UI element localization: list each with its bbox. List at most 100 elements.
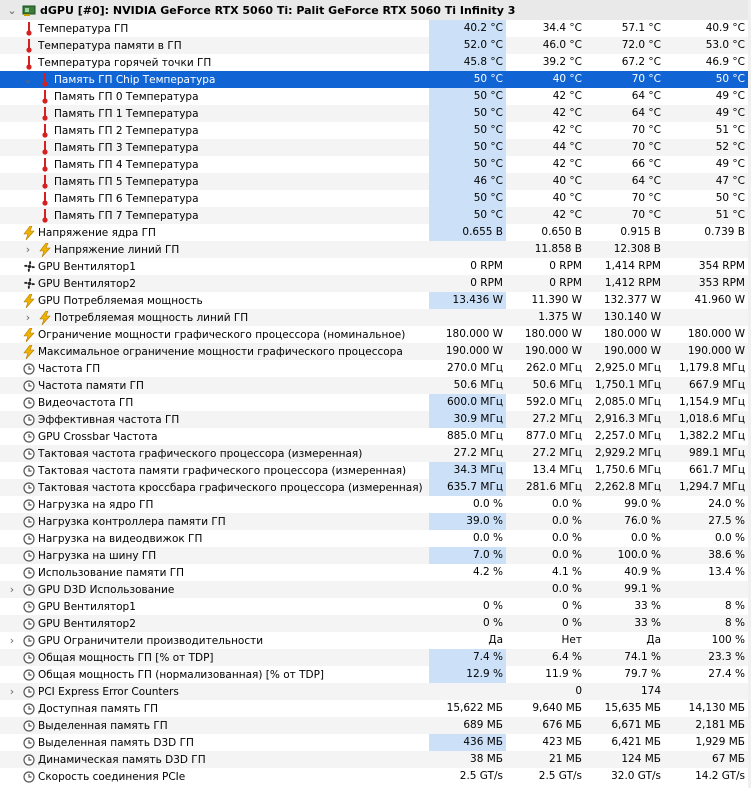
sensor-row[interactable]: Эффективная частота ГП 30.9 МГц 27.2 МГц 2,… [0, 411, 751, 428]
current-value: 689 МБ [463, 719, 503, 731]
voltage-bolt-icon [22, 292, 36, 309]
max-value: 0.0 % [630, 532, 661, 544]
sensor-row[interactable]: Тактовая частота кроссбара графического … [0, 479, 751, 496]
sensor-row[interactable]: Память ГП 7 Температура 50 °C 42 °C 70 °C 51… [0, 207, 751, 224]
expand-chevron-icon[interactable]: › [22, 241, 34, 258]
min-value: 0.0 % [551, 498, 582, 510]
sensor-row[interactable]: › GPU Ограничители производительности Да Не… [0, 632, 751, 649]
min-value: 50.6 МГц [532, 379, 582, 391]
min-value: 0 [575, 685, 582, 697]
current-value: 50 °C [429, 122, 506, 139]
sensor-row[interactable]: Нагрузка на видеодвижок ГП 0.0 % 0.0 % 0.0 … [0, 530, 751, 547]
sensor-label: GPU Вентилятор2 [38, 277, 136, 290]
sensor-row[interactable]: › Напряжение линий ГП 11.858 В 12.308 В [0, 241, 751, 258]
min-value: 180.000 W [524, 328, 582, 340]
expand-chevron-icon[interactable]: › [6, 683, 18, 700]
sensor-row[interactable]: Память ГП 0 Температура 50 °C 42 °C 64 °C 49… [0, 88, 751, 105]
sensor-label: Память ГП 0 Температура [54, 90, 199, 103]
sensor-row[interactable]: › Потребляемая мощность линий ГП 1.375 W 13… [0, 309, 751, 326]
min-value: 13.4 МГц [532, 464, 582, 476]
expand-chevron-icon[interactable]: › [6, 581, 18, 598]
avg-value: 1,929 МБ [695, 736, 745, 748]
device-header[interactable]: ⌄ dGPU [#0]: NVIDIA GeForce RTX 5060 Ti:… [0, 0, 751, 20]
min-value: 11.858 В [534, 243, 582, 255]
sensor-row[interactable]: Скорость соединения PCIe 2.5 GT/s 2.5 GT/s… [0, 768, 751, 785]
sensor-row[interactable]: Память ГП 2 Температура 50 °C 42 °C 70 °C 51… [0, 122, 751, 139]
sensor-row[interactable]: Динамическая память D3D ГП 38 МБ 21 МБ 124 … [0, 751, 751, 768]
sensor-row[interactable]: Использование памяти ГП 4.2 % 4.1 % 40.9 % 1… [0, 564, 751, 581]
avg-value: 49 °C [715, 107, 745, 119]
sensor-label: Видеочастота ГП [38, 396, 134, 409]
sensor-row[interactable]: Память ГП 3 Температура 50 °C 44 °C 70 °C 52… [0, 139, 751, 156]
min-value: 4.1 % [551, 566, 582, 578]
max-value: 1,750.1 МГц [594, 379, 661, 391]
sensor-row[interactable]: ⌄ Память ГП Chip Температура 50 °C 40 °C 70 … [0, 71, 751, 88]
sensor-row[interactable]: Температура памяти в ГП 52.0 °C 46.0 °C 72.… [0, 37, 751, 54]
sensor-row[interactable]: Видеочастота ГП 600.0 МГц 592.0 МГц 2,085.0… [0, 394, 751, 411]
sensor-label: Частота памяти ГП [38, 379, 144, 392]
voltage-bolt-icon [22, 224, 36, 241]
min-value: 21 МБ [549, 753, 582, 765]
current-value: 0 RPM [470, 260, 503, 272]
sensor-row[interactable]: Память ГП 6 Температура 50 °C 40 °C 70 °C 50… [0, 190, 751, 207]
collapse-chevron-icon[interactable]: ⌄ [6, 2, 18, 19]
sensor-row[interactable]: Ограничение мощности графического процес… [0, 326, 751, 343]
current-value: 50 °C [473, 73, 503, 85]
sensor-row[interactable]: Напряжение ядра ГП 0.655 В 0.650 В 0.915 В 0… [0, 224, 751, 241]
current-value: 190.000 W [445, 345, 503, 357]
gauge-icon [22, 428, 36, 445]
gauge-icon [22, 700, 36, 717]
sensor-row[interactable]: Температура ГП 40.2 °C 34.4 °C 57.1 °C 40.9 … [0, 20, 751, 37]
sensor-row[interactable]: Память ГП 1 Температура 50 °C 42 °C 64 °C 49… [0, 105, 751, 122]
sensor-row[interactable]: Тактовая частота графического процессора… [0, 445, 751, 462]
sensor-row[interactable]: GPU Вентилятор2 0 RPM 0 RPM 1,412 RPM 353 RP… [0, 275, 751, 292]
sensor-row[interactable]: Максимальное ограничение мощности графич… [0, 343, 751, 360]
thermometer-icon [38, 71, 52, 88]
sensor-row[interactable]: Частота памяти ГП 50.6 МГц 50.6 МГц 1,750.1… [0, 377, 751, 394]
current-value: 50 °C [429, 88, 506, 105]
sensor-row[interactable]: Выделенная память D3D ГП 436 МБ 423 МБ 6,42… [0, 734, 751, 751]
avg-value [666, 309, 748, 326]
current-value: 38 МБ [470, 753, 503, 765]
sensor-row[interactable]: Нагрузка контроллера памяти ГП 39.0 % 0.0 … [0, 513, 751, 530]
min-value: 44 °C [552, 141, 582, 153]
sensor-row[interactable]: Общая мощность ГП (нормализованная) [% о… [0, 666, 751, 683]
max-value: 1,412 RPM [604, 277, 661, 289]
sensor-row[interactable]: GPU Crossbar Частота 885.0 МГц 877.0 МГц 2,… [0, 428, 751, 445]
sensor-row[interactable]: GPU Вентилятор1 0 % 0 % 33 % 8 % [0, 598, 751, 615]
gauge-icon [22, 462, 36, 479]
sensor-row[interactable]: Частота ГП 270.0 МГц 262.0 МГц 2,925.0 МГц 1… [0, 360, 751, 377]
collapse-chevron-icon[interactable]: ⌄ [22, 71, 34, 88]
sensor-label: Ограничение мощности графического процес… [38, 328, 406, 341]
avg-value: 24.0 % [708, 498, 745, 510]
avg-value: 41.960 W [694, 294, 745, 306]
min-value: 1.375 W [538, 311, 582, 323]
max-value: 1,414 RPM [604, 260, 661, 272]
sensor-row[interactable]: GPU Вентилятор2 0 % 0 % 33 % 8 % [0, 615, 751, 632]
current-value: 436 МБ [429, 734, 506, 751]
sensor-row[interactable]: Нагрузка на шину ГП 7.0 % 0.0 % 100.0 % 38.6… [0, 547, 751, 564]
max-value: 100.0 % [617, 549, 661, 561]
sensor-row[interactable]: Общая мощность ГП [% от TDP] 7.4 % 6.4 % 74… [0, 649, 751, 666]
sensor-label: Тактовая частота кроссбара графического … [38, 481, 423, 494]
current-value: 635.7 МГц [429, 479, 506, 496]
sensor-row[interactable]: Память ГП 4 Температура 50 °C 42 °C 66 °C 49… [0, 156, 751, 173]
min-value: 6.4 % [551, 651, 582, 663]
sensor-row[interactable]: › GPU D3D Использование 0.0 % 99.1 % [0, 581, 751, 598]
sensor-row[interactable]: › PCI Express Error Counters 0 174 [0, 683, 751, 700]
sensor-row[interactable]: GPU Потребляемая мощность 13.436 W 11.390 … [0, 292, 751, 309]
sensor-row[interactable]: Выделенная память ГП 689 МБ 676 МБ 6,671 МБ… [0, 717, 751, 734]
sensor-row[interactable]: Память ГП 5 Температура 46 °C 40 °C 64 °C 47… [0, 173, 751, 190]
sensor-row[interactable]: Тактовая частота памяти графического про… [0, 462, 751, 479]
min-value: 11.9 % [545, 668, 582, 680]
current-value [429, 241, 506, 258]
sensor-row[interactable]: GPU Вентилятор1 0 RPM 0 RPM 1,414 RPM 354 RP… [0, 258, 751, 275]
sensor-row[interactable]: Доступная память ГП 15,622 МБ 9,640 МБ 15,6… [0, 700, 751, 717]
sensor-row[interactable]: Температура горячей точки ГП 45.8 °C 39.2 … [0, 54, 751, 71]
current-value: 0 RPM [470, 277, 503, 289]
gauge-icon [22, 581, 36, 598]
avg-value: 53.0 °C [705, 39, 745, 51]
expand-chevron-icon[interactable]: › [6, 632, 18, 649]
expand-chevron-icon[interactable]: › [22, 309, 34, 326]
sensor-row[interactable]: Нагрузка на ядро ГП 0.0 % 0.0 % 99.0 % 24.0 … [0, 496, 751, 513]
